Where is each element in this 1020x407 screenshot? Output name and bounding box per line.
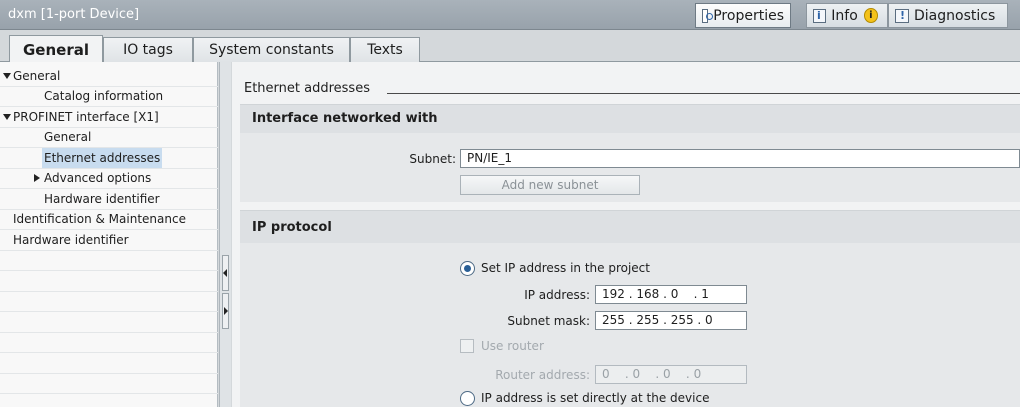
tab-texts-label: Texts — [367, 42, 403, 58]
collapsed-arrow-icon — [34, 174, 40, 182]
set-ip-in-project-label[interactable]: Set IP address in the project — [481, 261, 650, 275]
tree-item-advanced-options[interactable]: Advanced options — [0, 168, 218, 189]
use-router-label: Use router — [481, 339, 544, 353]
section-divider — [387, 93, 1020, 94]
tree-empty-row — [0, 250, 218, 271]
tab-system-constants[interactable]: System constants — [193, 37, 350, 62]
tree-item-label: PROFINET interface [X1] — [13, 110, 159, 124]
subnet-mask-label: Subnet mask: — [507, 314, 590, 328]
tree-empty-row — [0, 373, 218, 394]
properties-icon — [702, 8, 714, 23]
tree-item-label: Ethernet addresses — [42, 148, 163, 168]
ip-set-at-device-label[interactable]: IP address is set directly at the device — [481, 391, 709, 405]
tree-item-label: Hardware identifier — [44, 192, 160, 206]
tree-item-ethernet-addresses[interactable]: Ethernet addresses — [0, 148, 218, 169]
tab-system-constants-label: System constants — [209, 42, 334, 58]
interface-networked-group: Interface networked with Subnet: PN/IE_1… — [240, 104, 1020, 202]
properties-tab-label: Properties — [713, 7, 784, 24]
expanded-arrow-icon — [3, 114, 11, 120]
subnet-select[interactable]: PN/IE_1 — [460, 149, 1020, 168]
tab-texts[interactable]: Texts — [350, 37, 420, 62]
tree-empty-row — [0, 332, 218, 353]
tree-item-label: General — [44, 130, 92, 144]
tab-io-tags[interactable]: IO tags — [103, 37, 193, 62]
tree-item-label: Hardware identifier — [13, 233, 129, 247]
tree-item-profinet-interface[interactable]: PROFINET interface [X1] — [0, 107, 218, 128]
properties-tab[interactable]: Properties — [695, 3, 791, 28]
group-header: IP protocol — [240, 211, 1020, 243]
tab-general[interactable]: General — [9, 35, 103, 63]
info-tab-label: Info — [831, 7, 858, 24]
subnet-mask-input[interactable]: 255 . 255 . 255 . 0 — [595, 311, 747, 330]
tree-item-label: Advanced options — [44, 171, 152, 185]
group-heading: Interface networked with — [252, 111, 438, 126]
ip-address-label: IP address: — [524, 288, 590, 302]
tree-item-label: Identification & Maintenance — [13, 212, 186, 226]
tree-item-label: Catalog information — [44, 89, 164, 103]
expand-right-arrow-icon[interactable] — [222, 293, 229, 329]
diagnostics-tab-label: Diagnostics — [914, 7, 996, 24]
diagnostics-tab[interactable]: Diagnostics — [888, 3, 1008, 28]
section-title: Ethernet addresses — [244, 81, 370, 96]
expanded-arrow-icon — [3, 73, 11, 79]
diagnostics-icon — [895, 8, 909, 23]
properties-content: Ethernet addresses Interface networked w… — [232, 62, 1020, 407]
collapse-left-arrow-icon[interactable] — [222, 255, 229, 291]
navigation-tree: General Catalog information PROFINET int… — [0, 62, 218, 407]
info-badge-icon: i — [863, 8, 878, 23]
tab-general-label: General — [23, 40, 89, 59]
window-title: dxm [1-port Device] — [8, 7, 140, 22]
tree-empty-row — [0, 353, 218, 374]
group-header: Interface networked with — [240, 105, 1020, 133]
tree-empty-row — [0, 291, 218, 312]
router-address-label: Router address: — [495, 368, 590, 382]
title-bar: dxm [1-port Device] Properties Info i Di… — [0, 0, 1020, 30]
tree-item-identification-maintenance[interactable]: Identification & Maintenance — [0, 209, 218, 230]
subnet-label: Subnet: — [409, 152, 456, 166]
info-tab[interactable]: Info i — [806, 3, 888, 28]
tree-item-catalog-information[interactable]: Catalog information — [0, 86, 218, 107]
tree-item-interface-general[interactable]: General — [0, 127, 218, 148]
ip-set-at-device-radio[interactable] — [460, 391, 475, 406]
inspector-tab-row: General IO tags System constants Texts — [0, 31, 1020, 63]
tree-item-general[interactable]: General — [0, 66, 218, 87]
group-heading: IP protocol — [252, 220, 332, 235]
tree-empty-row — [0, 271, 218, 292]
tab-io-tags-label: IO tags — [123, 42, 173, 58]
pane-splitter[interactable] — [219, 62, 231, 407]
ip-protocol-group: IP protocol Set IP address in the projec… — [240, 210, 1020, 407]
set-ip-in-project-radio[interactable] — [460, 261, 475, 276]
ip-address-input[interactable]: 192 . 168 . 0 . 1 — [595, 285, 747, 304]
tree-item-hardware-identifier[interactable]: Hardware identifier — [0, 230, 218, 251]
tree-item-label: General — [13, 69, 61, 83]
add-new-subnet-button[interactable]: Add new subnet — [460, 175, 640, 195]
tree-empty-row — [0, 312, 218, 333]
use-router-checkbox[interactable] — [460, 339, 474, 353]
router-address-input[interactable]: 0 . 0 . 0 . 0 — [595, 365, 747, 384]
info-icon — [813, 8, 827, 23]
tree-item-interface-hardware-identifier[interactable]: Hardware identifier — [0, 189, 218, 210]
